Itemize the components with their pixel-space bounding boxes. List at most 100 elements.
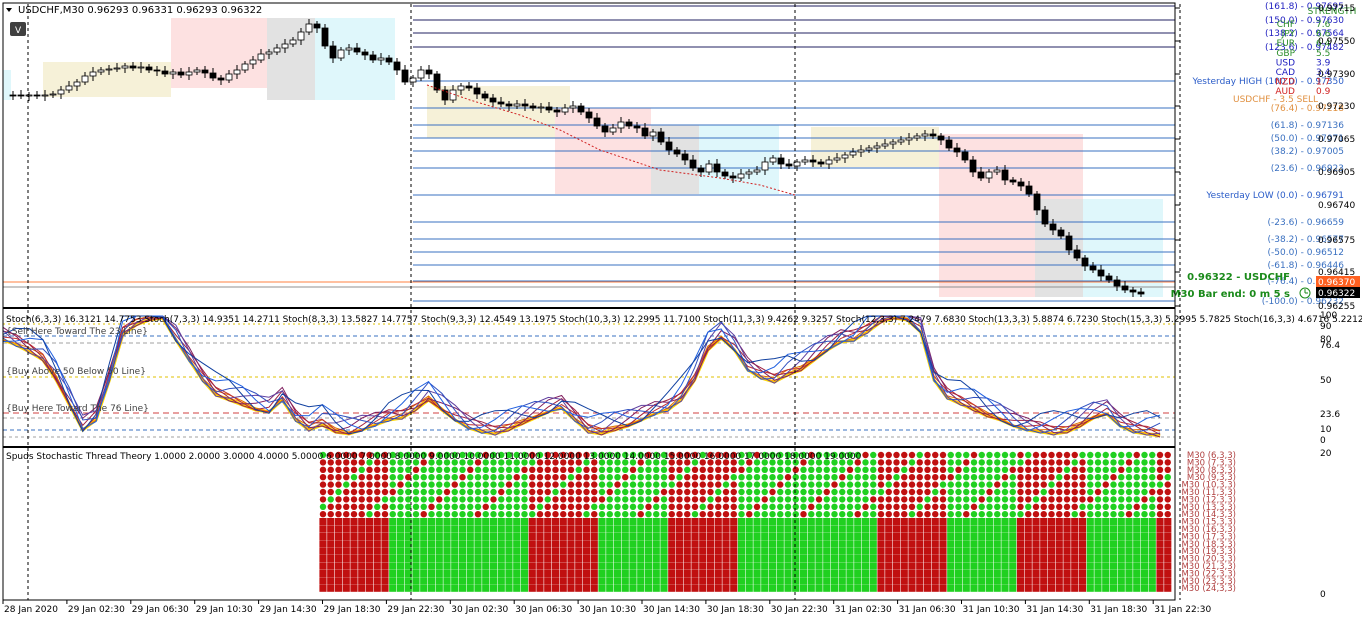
time-tick-label: 29 Jan 06:30	[132, 605, 189, 615]
thread-dot	[536, 496, 544, 503]
thread-dot	[777, 474, 784, 481]
thread-square	[722, 518, 730, 526]
strength-value: 3.9	[1316, 58, 1331, 68]
thread-square	[916, 555, 924, 563]
thread-dot	[1032, 488, 1040, 496]
thread-dot	[1156, 481, 1164, 488]
thread-square	[327, 577, 335, 585]
thread-square	[637, 569, 645, 577]
thread-square	[590, 584, 598, 592]
thread-dot	[994, 503, 1001, 510]
thread-square	[730, 540, 738, 548]
thread-square	[350, 532, 358, 540]
thread-square	[947, 532, 955, 540]
thread-square	[1117, 518, 1125, 526]
thread-square	[737, 532, 746, 540]
thread-square	[1063, 540, 1071, 548]
thread-square	[854, 562, 862, 570]
thread-dot	[498, 474, 505, 481]
thread-dot	[327, 496, 334, 503]
thread-dot	[521, 511, 528, 518]
thread-dot	[1071, 474, 1078, 481]
thread-dot	[761, 474, 768, 481]
thread-square	[652, 518, 660, 526]
thread-square	[334, 532, 343, 540]
thread-dot	[970, 466, 978, 473]
thread-dot	[350, 496, 358, 503]
thread-dot	[1094, 511, 1102, 518]
thread-dot	[684, 474, 691, 481]
thread-square	[683, 584, 691, 592]
thread-square	[745, 562, 753, 570]
thread-square	[451, 532, 459, 540]
thread-dot	[955, 488, 962, 496]
thread-square	[1094, 547, 1102, 555]
thread-square	[1032, 518, 1040, 526]
thread-dot	[668, 488, 675, 496]
thread-dot	[846, 481, 854, 488]
candle-body	[489, 97, 497, 103]
thread-square	[675, 577, 684, 585]
candle-body	[1113, 279, 1121, 287]
thread-dot	[451, 466, 458, 473]
thread-dot	[591, 474, 598, 481]
thread-dot	[1056, 488, 1063, 496]
thread-square	[342, 540, 350, 548]
thread-dot	[474, 503, 482, 510]
thread-square	[714, 562, 722, 570]
thread-dot	[319, 474, 327, 481]
thread-dot	[707, 503, 714, 510]
thread-square	[900, 525, 908, 533]
trading-chart[interactable]: (161.8) - 0.97695(150.0) - 0.97630(138.2…	[0, 0, 1362, 621]
thread-square	[1071, 525, 1079, 533]
thread-dot	[932, 481, 939, 488]
thread-square	[683, 569, 691, 577]
thread-square	[613, 518, 622, 526]
thread-dot	[1133, 511, 1140, 518]
thread-dot	[513, 474, 520, 481]
thread-dot	[1040, 459, 1047, 466]
thread-square	[536, 562, 544, 570]
thread-dot	[978, 503, 985, 510]
thread-square	[799, 569, 808, 577]
thread-square	[505, 584, 513, 592]
fib-label: (38.2) - 0.97005	[1271, 147, 1344, 157]
thread-dot	[1048, 488, 1055, 496]
thread-dot	[699, 481, 706, 488]
thread-dot	[598, 496, 606, 503]
thread-dot	[699, 496, 706, 503]
thread-square	[1016, 562, 1025, 570]
thread-square	[1117, 584, 1125, 592]
thread-dot	[746, 511, 753, 518]
thread-square	[823, 518, 831, 526]
thread-dot	[970, 481, 978, 488]
thread-dot	[389, 503, 396, 510]
thread-square	[342, 532, 350, 540]
thread-square	[923, 569, 932, 577]
thread-square	[598, 525, 606, 533]
thread-square	[1063, 547, 1071, 555]
thread-dot	[474, 488, 482, 496]
thread-dot	[490, 496, 497, 503]
thread-dot	[893, 481, 900, 488]
thread-square	[776, 555, 784, 563]
strength-value: 5.5	[1316, 49, 1330, 59]
thread-square	[978, 518, 986, 526]
candle-body	[121, 65, 129, 69]
thread-square	[1032, 555, 1040, 563]
thread-dot	[451, 488, 458, 496]
thread-dot	[1164, 511, 1171, 518]
thread-dot	[1156, 496, 1164, 503]
thread-square	[528, 518, 536, 526]
thread-dot	[924, 488, 931, 496]
thread-square	[745, 547, 753, 555]
thread-dot	[1133, 474, 1140, 481]
thread-dot	[1056, 451, 1063, 459]
thread-square	[443, 547, 451, 555]
thread-square	[342, 518, 350, 526]
thread-square	[1071, 562, 1079, 570]
thread-square	[660, 532, 668, 540]
thread-dot	[606, 496, 613, 503]
thread-dot	[916, 481, 923, 488]
thread-square	[536, 532, 544, 540]
